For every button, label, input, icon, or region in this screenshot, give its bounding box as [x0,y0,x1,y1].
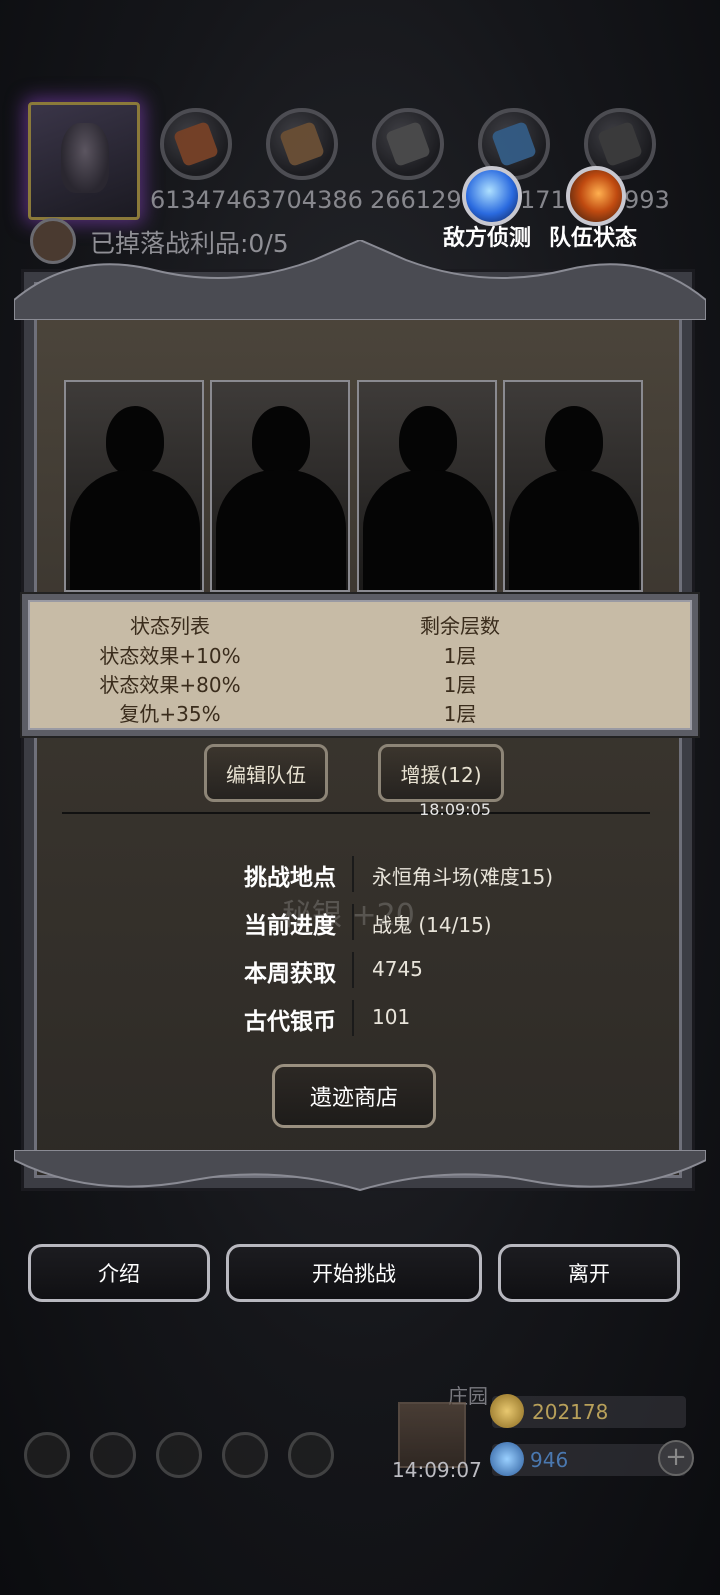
leave-button[interactable]: 离开 [498,1244,680,1302]
chat-icon[interactable] [288,1432,334,1478]
gold-coin-icon [490,1394,524,1428]
add-gems-button[interactable]: + [658,1440,694,1476]
status-row-layers: 1层 [443,702,477,726]
settings-icon[interactable] [24,1432,70,1478]
crystal-value: 171 [520,186,566,214]
reinforce-timer: 18:09:05 [419,800,491,819]
wood-icon [266,108,338,180]
divider [352,952,354,988]
gold-value: 202178 [532,1400,609,1424]
hero-slot[interactable] [64,380,204,592]
divider [62,812,650,814]
team-status-icon[interactable] [566,166,626,226]
mail-icon[interactable] [222,1432,268,1478]
reinforce-button[interactable]: 增援(12) [378,744,504,802]
status-header-layers: 剩余层数 [420,614,500,638]
star-icon[interactable] [90,1432,136,1478]
avatar [61,123,109,193]
status-header-name: 状态列表 [130,614,210,638]
player-portrait[interactable] [28,102,140,220]
divider [352,904,354,940]
relic-shop-button[interactable]: 遗迹商店 [272,1064,436,1128]
intro-button[interactable]: 介绍 [28,1244,210,1302]
iron-value: 266129 [370,186,462,214]
status-row-name: 状态效果+10% [99,644,241,668]
info-value: 4745 [372,957,423,981]
iron-icon [372,108,444,180]
start-challenge-button[interactable]: 开始挑战 [226,1244,482,1302]
wood-value: 3704386 [256,186,363,214]
gem-value: 946 [530,1448,569,1472]
status-row-layers: 1层 [443,644,477,668]
ore-value: 993 [624,186,670,214]
info-value: 101 [372,1005,411,1029]
hero-slot[interactable] [503,380,643,592]
meat-icon [160,108,232,180]
info-value: 永恒角斗场(难度15) [372,865,554,889]
info-label: 挑战地点 [244,865,336,891]
hero-slot[interactable] [357,380,497,592]
hero-slot[interactable] [210,380,350,592]
status-row-name: 状态效果+80% [99,673,241,697]
panel-ornament-bottom [14,1150,706,1192]
edit-team-button[interactable]: 编辑队伍 [204,744,328,802]
info-label: 古代银币 [244,1009,336,1035]
divider [352,856,354,892]
gift-timer: 14:09:07 [392,1458,482,1482]
meat-value: 6134746 [150,186,257,214]
status-row-name: 复仇+35% [119,702,221,726]
info-label: 本周获取 [244,961,336,987]
calendar-icon[interactable] [156,1432,202,1478]
divider [352,1000,354,1036]
status-row-layers: 1层 [443,673,477,697]
info-label: 当前进度 [244,913,336,939]
gem-icon [490,1442,524,1476]
info-value: 战鬼 (14/15) [372,913,492,937]
enemy-scout-icon[interactable] [462,166,522,226]
panel-ornament-top [14,240,706,320]
